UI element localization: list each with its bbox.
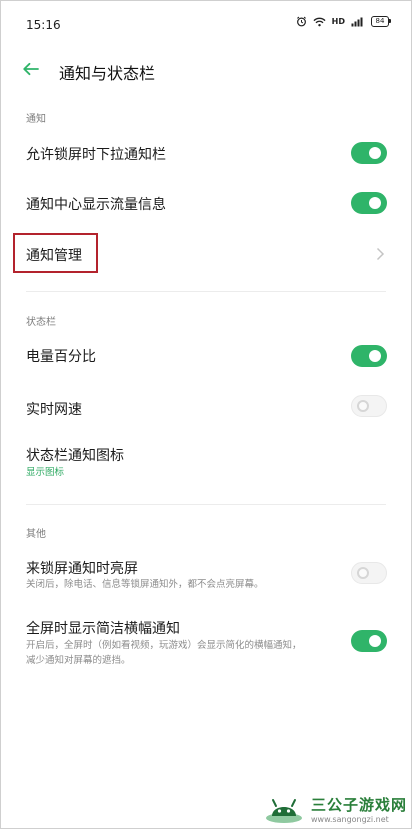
row-status-bar-icons[interactable]: 状态栏通知图标 显示图标 — [1, 437, 411, 485]
row-subtitle: 关闭后，除电话、信息等锁屏通知外，都不会点亮屏幕。 — [26, 579, 264, 590]
status-icons: HD 84 — [296, 16, 391, 27]
row-title: 全屏时显示简洁横幅通知 — [26, 621, 180, 637]
page-title: 通知与状态栏 — [59, 64, 156, 83]
section-label-status-bar: 状态栏 — [26, 317, 56, 328]
row-battery-percent[interactable]: 电量百分比 — [1, 335, 411, 377]
row-subtitle: 减少通知对屏幕的遮挡。 — [26, 655, 131, 666]
divider — [26, 291, 386, 292]
page-header: 通知与状态栏 — [1, 53, 411, 85]
hd-icon: HD — [331, 17, 345, 26]
watermark-text: 三公子游戏网 www.sangongzi.net — [311, 794, 407, 824]
highlight-annotation-box — [13, 233, 98, 273]
row-traffic-info[interactable]: 通知中心显示流量信息 — [1, 183, 411, 225]
phone-screen: 15:16 HD 84 通知与状态栏 通知 允许锁屏时下拉通知栏 通知中心显示流… — [0, 0, 412, 829]
toggle-knob — [369, 147, 381, 159]
row-title: 电量百分比 — [26, 349, 96, 365]
watermark-logo-icon — [265, 799, 302, 823]
fullscreen-banner-toggle[interactable] — [351, 630, 387, 652]
section-label-other: 其他 — [26, 529, 46, 540]
back-arrow-icon — [23, 62, 39, 76]
lockscreen-pull-toggle[interactable] — [351, 142, 387, 164]
wake-on-notify-toggle[interactable] — [351, 562, 387, 584]
watermark: 三公子游戏网 www.sangongzi.net — [263, 794, 407, 824]
chevron-right-icon — [376, 247, 385, 261]
status-bar: 15:16 HD 84 — [1, 1, 411, 51]
traffic-info-toggle[interactable] — [351, 192, 387, 214]
row-title: 状态栏通知图标 — [26, 448, 124, 464]
toggle-knob — [357, 567, 369, 579]
status-time: 15:16 — [26, 18, 61, 32]
row-title: 允许锁屏时下拉通知栏 — [26, 147, 166, 163]
toggle-knob — [369, 197, 381, 209]
divider — [26, 504, 386, 505]
wifi-icon — [313, 17, 326, 27]
row-value: 显示图标 — [26, 467, 65, 478]
row-subtitle: 开启后，全屏时（例如看视频，玩游戏）会显示简化的横幅通知， — [26, 640, 302, 651]
row-net-speed[interactable]: 实时网速 — [1, 385, 411, 427]
back-button[interactable] — [19, 57, 43, 81]
row-wake-on-notify[interactable]: 来锁屏通知时亮屏 关闭后，除电话、信息等锁屏通知外，都不会点亮屏幕。 — [1, 549, 411, 599]
battery-icon: 84 — [371, 16, 391, 27]
row-title: 实时网速 — [26, 402, 82, 418]
toggle-knob — [369, 635, 381, 647]
section-label-notification: 通知 — [26, 114, 46, 125]
battery-percent-toggle[interactable] — [351, 345, 387, 367]
row-title: 来锁屏通知时亮屏 — [26, 561, 138, 577]
watermark-title: 三公子游戏网 — [310, 796, 407, 814]
alarm-icon — [296, 16, 307, 27]
signal-icon — [351, 17, 365, 27]
toggle-knob — [357, 400, 369, 412]
row-title: 通知中心显示流量信息 — [26, 197, 166, 213]
watermark-url: www.sangongzi.net — [310, 815, 389, 824]
row-lockscreen-pull[interactable]: 允许锁屏时下拉通知栏 — [1, 133, 411, 175]
net-speed-toggle[interactable] — [351, 395, 387, 417]
toggle-knob — [369, 350, 381, 362]
row-fullscreen-banner[interactable]: 全屏时显示简洁横幅通知 开启后，全屏时（例如看视频，玩游戏）会显示简化的横幅通知… — [1, 611, 411, 675]
